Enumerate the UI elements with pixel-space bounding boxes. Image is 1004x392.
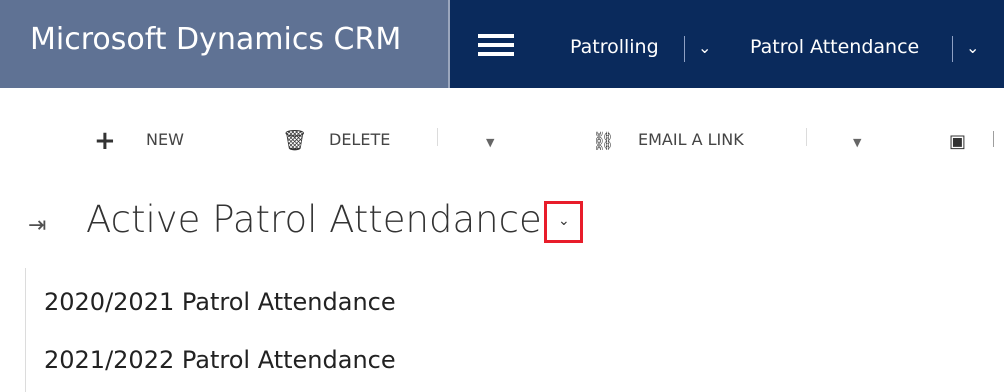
nav-item-patrolling[interactable]: Patrolling [570,36,659,58]
app-title: Microsoft Dynamics CRM [30,22,402,57]
trash-icon[interactable]: 🗑 [282,128,307,152]
pin-icon[interactable]: ⇥ [28,213,46,238]
new-button[interactable]: NEW [146,130,184,149]
view-dropdown-button[interactable]: ⌄ [544,201,583,243]
nav-separator [684,36,685,62]
delete-button[interactable]: DELETE [329,130,390,149]
link-icon[interactable]: ⛓ [592,131,615,152]
command-separator [806,128,807,146]
plus-icon[interactable]: + [94,126,116,156]
list-border [25,268,26,392]
chevron-down-icon[interactable]: ▼ [486,136,494,149]
brand-area: Microsoft Dynamics CRM [0,0,448,88]
document-icon[interactable]: ▣ [949,131,966,152]
view-option[interactable]: 2020/2021 Patrol Attendance [44,288,396,316]
chevron-down-icon: ⌄ [558,213,570,229]
hamburger-menu-icon[interactable] [478,34,514,56]
nav-area [450,0,1004,88]
command-separator [437,128,438,146]
chevron-down-icon[interactable]: ⌄ [966,38,979,57]
nav-item-patrol-attendance[interactable]: Patrol Attendance [750,36,919,58]
email-link-button[interactable]: EMAIL A LINK [638,130,744,149]
view-title[interactable]: Active Patrol Attendance [86,198,542,241]
chevron-down-icon[interactable]: ▼ [853,136,861,149]
chevron-down-icon[interactable]: ⌄ [698,38,711,57]
view-option[interactable]: 2021/2022 Patrol Attendance [44,346,396,374]
nav-separator [952,36,953,62]
command-separator [993,131,994,147]
